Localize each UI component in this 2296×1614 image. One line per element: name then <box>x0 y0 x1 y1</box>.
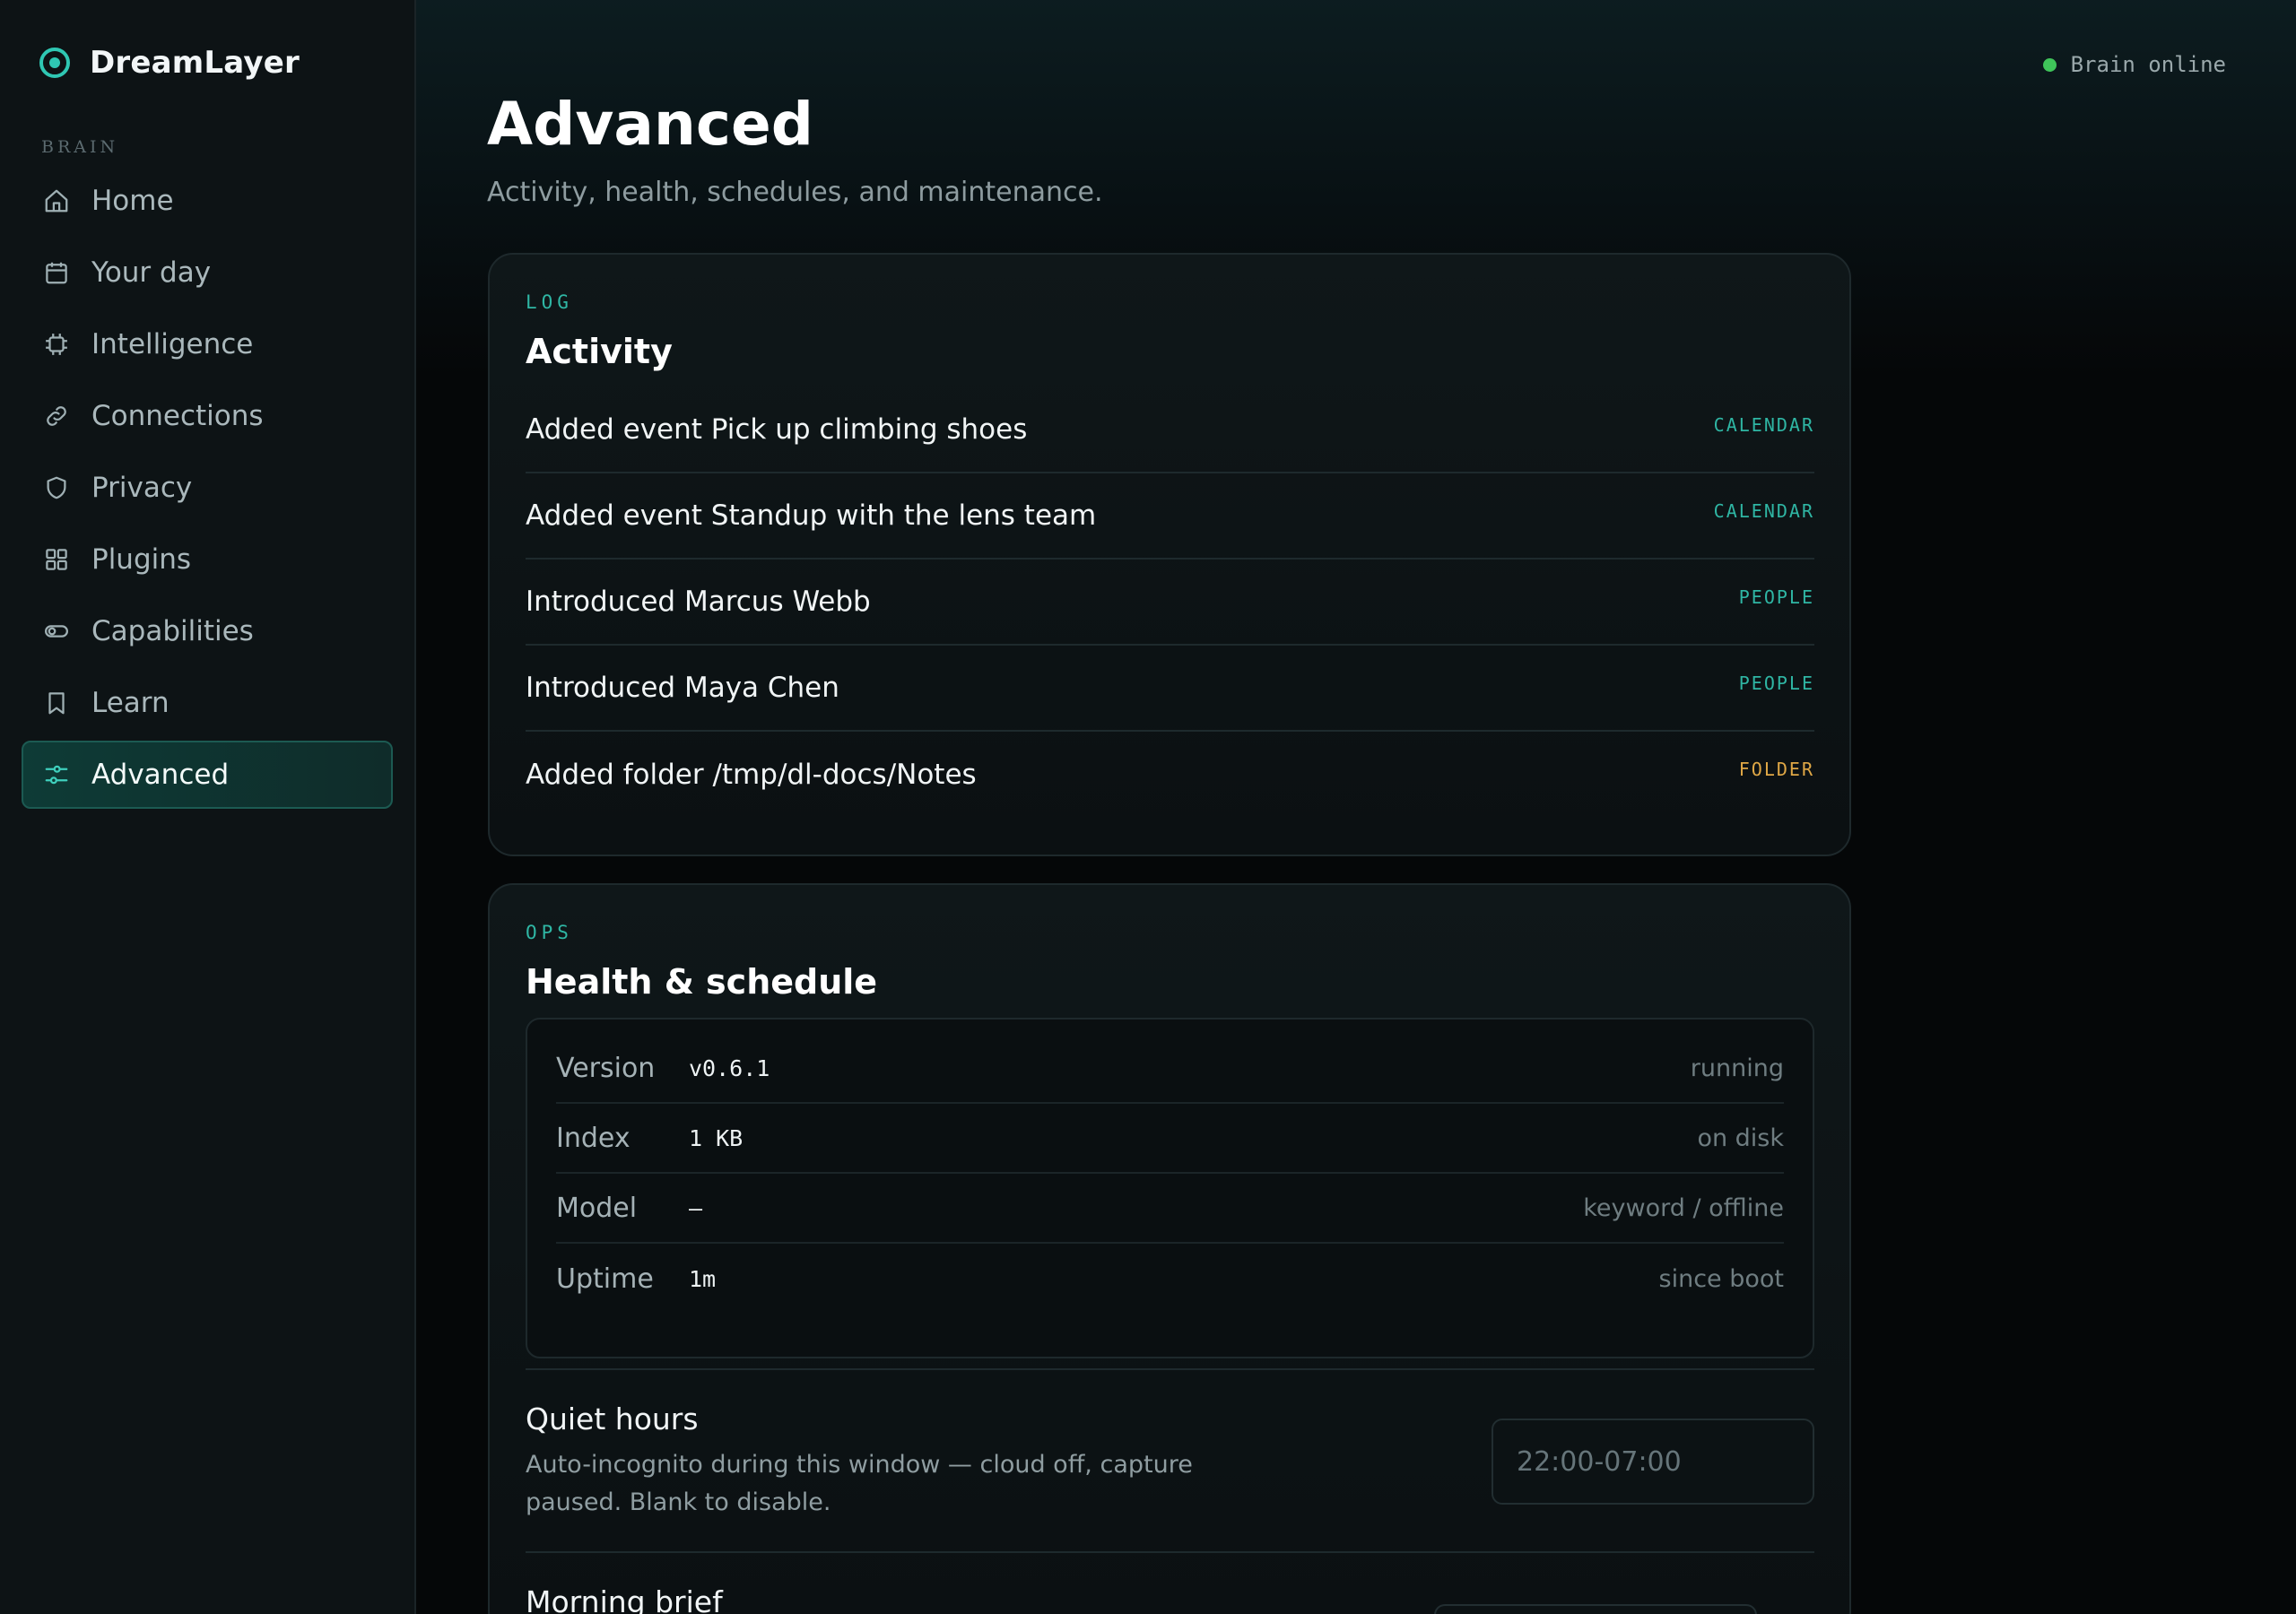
sidebar-item-label: Learn <box>91 687 170 719</box>
morning-brief-input[interactable] <box>1434 1604 1757 1614</box>
log-row: Added event Standup with the lens team C… <box>526 473 1814 560</box>
ops-title: Health & schedule <box>526 962 878 1002</box>
log-text: Added folder /tmp/dl-docs/Notes <box>526 759 977 791</box>
quiet-hours-title: Quiet hours <box>526 1401 699 1436</box>
brand-name: DreamLayer <box>90 45 300 81</box>
stat-note: since boot <box>1658 1264 1784 1293</box>
sidebar-item-label: Privacy <box>91 472 193 504</box>
calendar-icon <box>46 262 67 284</box>
log-tag: CALENDAR <box>1713 414 1814 436</box>
brand[interactable]: DreamLayer <box>38 45 300 81</box>
activity-log-list: Added event Pick up climbing shoes CALEN… <box>526 387 1814 818</box>
stat-key: Version <box>556 1052 656 1084</box>
morning-brief-title: Morning brief <box>526 1584 723 1614</box>
sidebar-item-learn[interactable]: Learn <box>22 669 393 737</box>
activity-eyebrow: LOG <box>526 291 573 313</box>
log-text: Introduced Marcus Webb <box>526 586 871 618</box>
sidebar-nav: Home Your day Intelligence Connections P… <box>22 167 393 812</box>
log-tag: FOLDER <box>1738 759 1814 780</box>
stat-key: Model <box>556 1192 638 1224</box>
sidebar-item-your-day[interactable]: Your day <box>22 239 393 307</box>
sidebar-item-label: Capabilities <box>91 615 254 647</box>
log-text: Introduced Maya Chen <box>526 672 839 704</box>
sidebar-item-connections[interactable]: Connections <box>22 382 393 450</box>
divider <box>526 1368 1814 1370</box>
home-icon <box>45 189 68 213</box>
page-subtitle: Activity, health, schedules, and mainten… <box>487 177 1103 208</box>
sidebar-item-advanced[interactable]: Advanced <box>22 741 393 809</box>
sidebar-item-privacy[interactable]: Privacy <box>22 454 393 522</box>
sidebar-item-label: Home <box>91 185 174 217</box>
divider <box>526 1551 1814 1553</box>
sidebar-item-home[interactable]: Home <box>22 167 393 235</box>
bookmark-icon <box>48 692 65 715</box>
stat-row-model: Model – keyword / offline <box>556 1174 1784 1244</box>
status-label: Brain online <box>2070 52 2226 77</box>
log-text: Added event Standup with the lens team <box>526 499 1097 532</box>
sidebar-item-label: Advanced <box>91 759 230 791</box>
sidebar-item-capabilities[interactable]: Capabilities <box>22 597 393 665</box>
stat-key: Uptime <box>556 1263 654 1295</box>
grid-icon <box>46 549 67 570</box>
stat-key: Index <box>556 1122 631 1154</box>
sidebar: DreamLayer BRAIN Home Your day Intellige… <box>0 0 416 1614</box>
log-row: Introduced Marcus Webb PEOPLE <box>526 560 1814 646</box>
shield-icon <box>47 476 66 499</box>
activity-card: LOG Activity Added event Pick up climbin… <box>488 253 1851 856</box>
log-row: Added event Pick up climbing shoes CALEN… <box>526 387 1814 473</box>
toggle-icon <box>45 625 68 638</box>
stat-value: – <box>689 1194 703 1221</box>
stat-value: v0.6.1 <box>689 1054 770 1081</box>
stat-value: 1m <box>689 1265 717 1292</box>
log-tag: PEOPLE <box>1738 586 1814 608</box>
log-row: Added folder /tmp/dl-docs/Notes FOLDER <box>526 732 1814 818</box>
stat-note: keyword / offline <box>1583 1193 1784 1222</box>
stat-row-index: Index 1 KB on disk <box>556 1104 1784 1174</box>
log-text: Added event Pick up climbing shoes <box>526 413 1028 446</box>
quiet-hours-input[interactable] <box>1492 1419 1814 1505</box>
ops-eyebrow: OPS <box>526 922 573 943</box>
sliders-icon <box>45 765 68 785</box>
chip-icon <box>46 334 67 355</box>
log-row: Introduced Maya Chen PEOPLE <box>526 646 1814 732</box>
brain-status: Brain online <box>2042 52 2226 77</box>
sidebar-item-label: Plugins <box>91 543 192 576</box>
sidebar-item-label: Connections <box>91 400 264 432</box>
sidebar-item-label: Your day <box>91 256 212 289</box>
sidebar-item-label: Intelligence <box>91 328 254 360</box>
stat-row-version: Version v0.6.1 running <box>556 1034 1784 1104</box>
brand-logo-icon <box>39 48 70 78</box>
health-schedule-card: OPS Health & schedule Version v0.6.1 run… <box>488 883 1851 1614</box>
stat-row-uptime: Uptime 1m since boot <box>556 1244 1784 1314</box>
sidebar-item-intelligence[interactable]: Intelligence <box>22 310 393 378</box>
log-tag: CALENDAR <box>1713 500 1814 522</box>
quiet-hours-description: Auto-incognito during this window — clou… <box>526 1451 1193 1516</box>
page-title: Advanced <box>487 90 813 159</box>
sidebar-section-label: BRAIN <box>41 137 119 157</box>
activity-title: Activity <box>526 332 673 371</box>
stat-value: 1 KB <box>689 1124 744 1151</box>
sidebar-item-plugins[interactable]: Plugins <box>22 525 393 594</box>
status-dot-icon <box>2042 57 2057 72</box>
link-icon <box>47 406 66 426</box>
health-stats-table: Version v0.6.1 running Index 1 KB on dis… <box>526 1018 1814 1358</box>
log-tag: PEOPLE <box>1738 672 1814 694</box>
stat-note: running <box>1690 1054 1784 1082</box>
stat-note: on disk <box>1697 1124 1784 1152</box>
